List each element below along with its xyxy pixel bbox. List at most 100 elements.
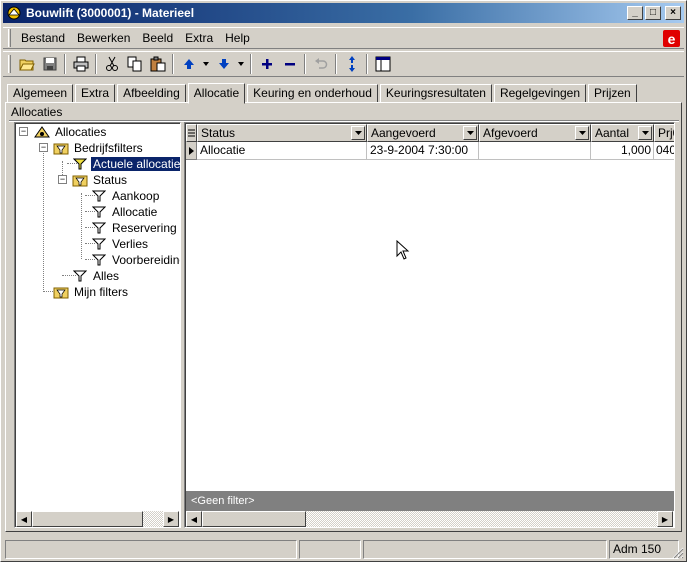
print-button[interactable] — [69, 53, 92, 75]
tree-collapse-allocaties[interactable]: − — [19, 127, 28, 136]
move-up-dropdown[interactable] — [200, 53, 212, 75]
tab-extra[interactable]: Extra — [75, 84, 116, 103]
brand-logo: e — [663, 30, 680, 47]
minimize-button[interactable]: _ — [627, 6, 643, 20]
open-button[interactable] — [15, 53, 38, 75]
chevron-down-icon[interactable] — [638, 126, 652, 140]
tree-collapse-bedrijfsfilters[interactable]: − — [39, 143, 48, 152]
filter-folder-icon — [52, 284, 70, 300]
column-selector[interactable] — [186, 124, 197, 142]
menu-extra[interactable]: Extra — [179, 31, 219, 45]
tab-allocatie[interactable]: Allocatie — [187, 83, 246, 104]
scroll-right-button[interactable]: ▶ — [657, 511, 673, 527]
menu-bewerken[interactable]: Bewerken — [71, 31, 136, 45]
column-header-label: Aangevoerd — [371, 126, 436, 140]
tree-label: Mijn filters — [74, 285, 129, 299]
column-header-prj[interactable]: Prj0 — [654, 124, 674, 142]
save-button[interactable] — [38, 53, 61, 75]
maximize-icon: □ — [649, 7, 657, 18]
column-chooser-icon — [188, 129, 195, 137]
chevron-down-icon[interactable] — [351, 126, 365, 140]
chevron-down-icon[interactable] — [463, 126, 477, 140]
move-down-dropdown[interactable] — [235, 53, 247, 75]
cut-icon — [105, 56, 118, 71]
status-bar: Adm 150 — [5, 540, 681, 559]
column-header-status[interactable]: Status — [197, 124, 367, 142]
filter-folder-icon — [71, 172, 89, 188]
tab-algemeen[interactable]: Algemeen — [7, 84, 74, 103]
scroll-left-button[interactable]: ◀ — [16, 511, 32, 527]
tab-regelgevingen[interactable]: Regelgevingen — [493, 84, 587, 103]
tree-connector — [43, 145, 44, 292]
filter-icon — [90, 188, 108, 204]
column-header-label: Aantal — [595, 126, 630, 140]
allocation-grid[interactable]: Status Aangevoerd Afgevoerd Aantal Prj0 — [184, 122, 675, 528]
toolbar-separator — [172, 54, 174, 74]
layout-button[interactable] — [371, 53, 394, 75]
tree-node-alles[interactable]: Alles — [71, 268, 121, 284]
toolbar-grip[interactable] — [8, 55, 11, 73]
tree-node-aankoop[interactable]: Aankoop — [90, 188, 161, 204]
paste-button[interactable] — [146, 53, 169, 75]
tree-node-status[interactable]: Status — [71, 172, 129, 188]
refresh-button[interactable] — [340, 53, 363, 75]
scrollbar-thumb[interactable] — [202, 511, 306, 527]
tree-horizontal-scrollbar[interactable]: ◀ ▶ — [16, 511, 179, 527]
scroll-right-button[interactable]: ▶ — [163, 511, 179, 527]
copy-button[interactable] — [123, 53, 146, 75]
remove-button[interactable] — [278, 53, 301, 75]
tree-node-voorbereiding[interactable]: Voorbereiding — [90, 252, 180, 268]
cell-prj[interactable]: 040 — [654, 142, 674, 160]
scroll-left-button[interactable]: ◀ — [186, 511, 202, 527]
filter-status-bar[interactable]: <Geen filter> — [186, 491, 674, 511]
filter-tree[interactable]: − − − Allocaties Bedrijfsfilters Actuele… — [14, 122, 181, 528]
toolbar-separator — [95, 54, 97, 74]
column-header-aantal[interactable]: Aantal — [591, 124, 654, 142]
cell-status[interactable]: Allocatie — [197, 142, 367, 160]
paste-icon — [150, 56, 165, 72]
menu-bestand[interactable]: Bestand — [15, 31, 71, 45]
section-title: Allocaties — [11, 105, 63, 119]
tab-keuringsresultaten[interactable]: Keuringsresultaten — [379, 84, 492, 103]
cell-aangevoerd[interactable]: 23-9-2004 7:30:00 — [367, 142, 479, 160]
cell-aantal[interactable]: 1,000 — [591, 142, 654, 160]
tree-node-allocaties[interactable]: Allocaties — [33, 124, 108, 140]
move-up-button[interactable] — [177, 53, 200, 75]
close-icon: × — [670, 7, 676, 18]
column-header-aangevoerd[interactable]: Aangevoerd — [367, 124, 479, 142]
status-panel-1 — [5, 540, 297, 559]
close-button[interactable]: × — [665, 6, 681, 20]
current-row-icon — [186, 142, 197, 160]
tree-node-mijn-filters[interactable]: Mijn filters — [52, 284, 130, 300]
add-button[interactable] — [255, 53, 278, 75]
tab-afbeelding[interactable]: Afbeelding — [117, 84, 186, 103]
cell-afgevoerd[interactable] — [479, 142, 591, 160]
tree-node-allocatie[interactable]: Allocatie — [90, 204, 159, 220]
chevron-down-icon[interactable] — [575, 126, 589, 140]
scrollbar-thumb[interactable] — [32, 511, 143, 527]
tree-node-bedrijfsfilters[interactable]: Bedrijfsfilters — [52, 140, 145, 156]
title-bar[interactable]: Bouwlift (3000001) - Materieel _ □ × — [3, 3, 684, 23]
grid-horizontal-scrollbar[interactable]: ◀ ▶ — [186, 511, 673, 527]
tree-node-reservering[interactable]: Reservering — [90, 220, 179, 236]
toolbar — [3, 51, 684, 77]
undo-button[interactable] — [309, 53, 332, 75]
tab-keuring-en-onderhoud[interactable]: Keuring en onderhoud — [247, 84, 378, 103]
tab-prijzen[interactable]: Prijzen — [588, 84, 637, 103]
maximize-button[interactable]: □ — [645, 6, 661, 20]
resize-grip-icon[interactable] — [672, 547, 684, 559]
tree-node-verlies[interactable]: Verlies — [90, 236, 150, 252]
toolbar-separator — [304, 54, 306, 74]
menubar-grip[interactable] — [8, 29, 11, 47]
cut-button[interactable] — [100, 53, 123, 75]
table-row[interactable]: Allocatie 23-9-2004 7:30:00 1,000 040 — [186, 142, 674, 160]
application-window: Bouwlift (3000001) - Materieel _ □ × Bes… — [0, 0, 687, 562]
menu-beeld[interactable]: Beeld — [136, 31, 179, 45]
move-down-button[interactable] — [212, 53, 235, 75]
tree-node-actuele-allocaties[interactable]: Actuele allocaties — [71, 156, 180, 172]
menu-help[interactable]: Help — [219, 31, 256, 45]
tree-collapse-status[interactable]: − — [58, 175, 67, 184]
column-header-afgevoerd[interactable]: Afgevoerd — [479, 124, 591, 142]
tab-strip: Algemeen Extra Afbeelding Allocatie Keur… — [7, 83, 639, 104]
copy-icon — [127, 56, 141, 72]
